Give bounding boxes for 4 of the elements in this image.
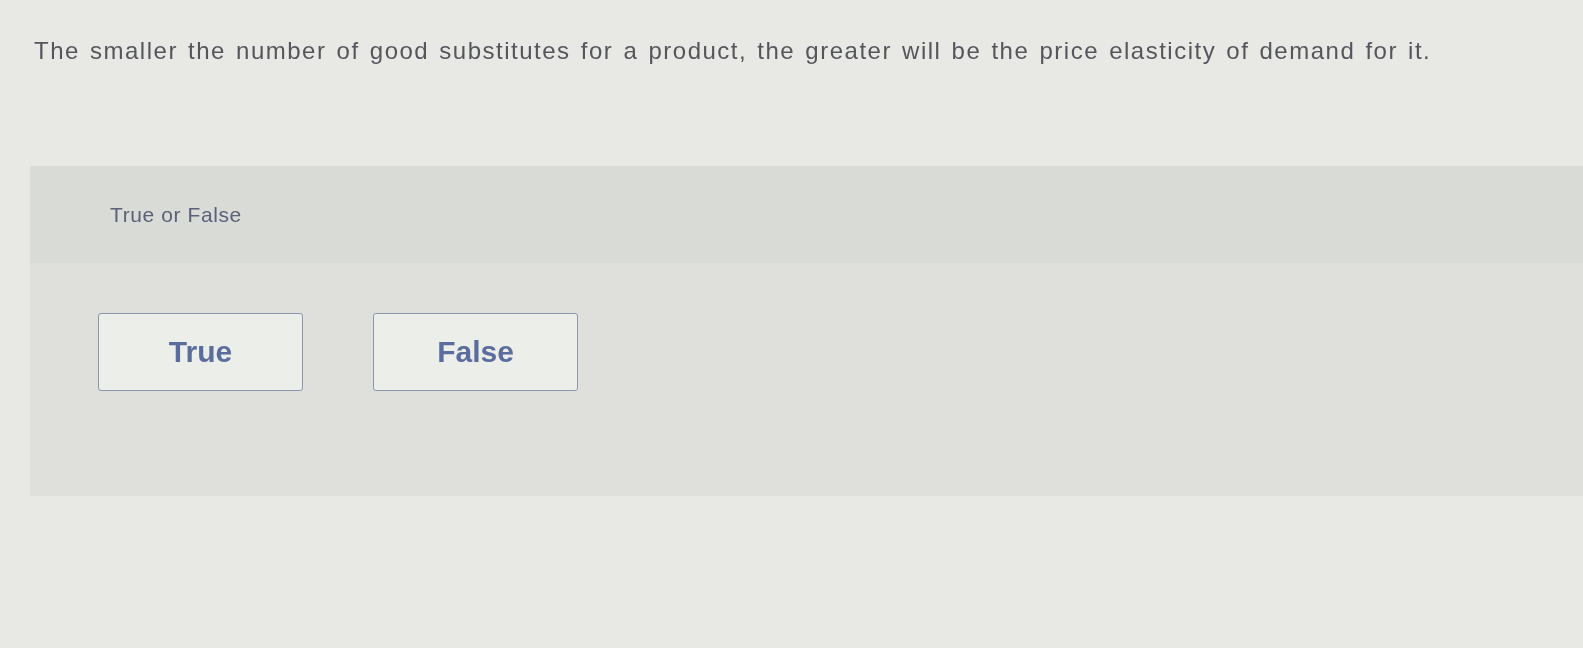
prompt-text: True or False bbox=[110, 202, 242, 227]
answer-option-button[interactable]: False bbox=[373, 313, 578, 391]
answer-option-button[interactable]: True bbox=[98, 313, 303, 391]
question-text: The smaller the number of good substitutes for a product, the greater will be the price elasticity of demand for it. bbox=[34, 36, 1433, 66]
